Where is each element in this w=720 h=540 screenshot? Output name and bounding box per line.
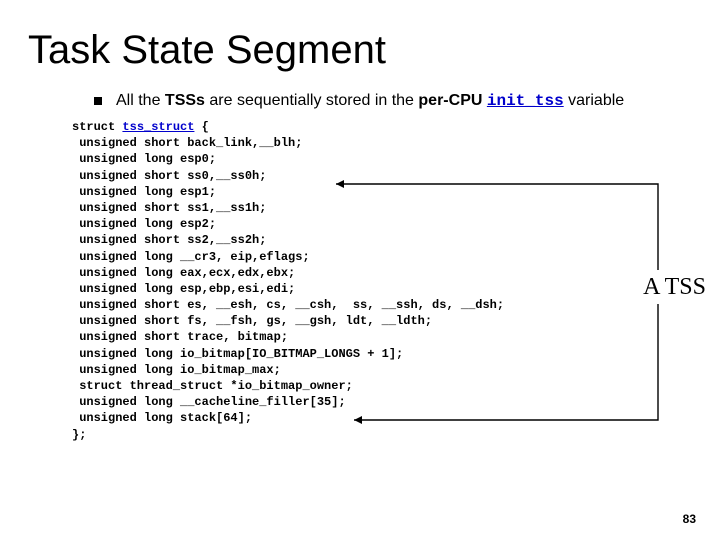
annotation-label: A TSS — [643, 274, 706, 301]
code-line: unsigned short ss0,__ss0h; — [72, 169, 266, 183]
code-line: unsigned short back_link,__blh; — [72, 136, 302, 150]
bullet-bold: per-CPU — [418, 92, 482, 109]
code-line: }; — [72, 428, 86, 442]
bullet-seg: All the — [116, 92, 165, 109]
bullet-seg: variable — [564, 92, 624, 109]
code-line: unsigned long __cacheline_filler[35]; — [72, 395, 346, 409]
bullet-text: All the TSSs are sequentially stored in … — [116, 91, 624, 111]
square-bullet-icon — [94, 97, 102, 105]
page-number: 83 — [683, 512, 696, 526]
code-line: unsigned long io_bitmap[IO_BITMAP_LONGS … — [72, 347, 403, 361]
code-line: unsigned short ss2,__ss2h; — [72, 233, 266, 247]
bullet-bold: TSSs — [165, 92, 205, 109]
slide-title: Task State Segment — [28, 28, 696, 73]
code-line: struct thread_struct *io_bitmap_owner; — [72, 379, 353, 393]
code-line: unsigned short trace, bitmap; — [72, 330, 288, 344]
code-line: struct — [72, 120, 122, 134]
code-line: unsigned long esp2; — [72, 217, 216, 231]
bullet-item: All the TSSs are sequentially stored in … — [94, 91, 674, 111]
code-line: unsigned short ss1,__ss1h; — [72, 201, 266, 215]
code-line: unsigned short es, __esh, cs, __csh, ss,… — [72, 298, 504, 312]
code-line: unsigned long esp1; — [72, 185, 216, 199]
code-block: struct tss_struct { unsigned short back_… — [72, 119, 696, 443]
code-line: unsigned long eax,ecx,edx,ebx; — [72, 266, 295, 280]
code-line: unsigned long __cr3, eip,eflags; — [72, 250, 310, 264]
struct-type-link: tss_struct — [122, 120, 194, 134]
code-line: unsigned long stack[64]; — [72, 411, 252, 425]
bullet-seg: are sequentially stored in the — [205, 92, 418, 109]
code-line: unsigned long esp0; — [72, 152, 216, 166]
inline-code-link: init_tss — [487, 92, 564, 110]
code-line: unsigned long esp,ebp,esi,edi; — [72, 282, 295, 296]
code-line: unsigned short fs, __fsh, gs, __gsh, ldt… — [72, 314, 432, 328]
code-line: unsigned long io_bitmap_max; — [72, 363, 281, 377]
code-line: { — [194, 120, 208, 134]
slide: Task State Segment All the TSSs are sequ… — [0, 0, 720, 540]
